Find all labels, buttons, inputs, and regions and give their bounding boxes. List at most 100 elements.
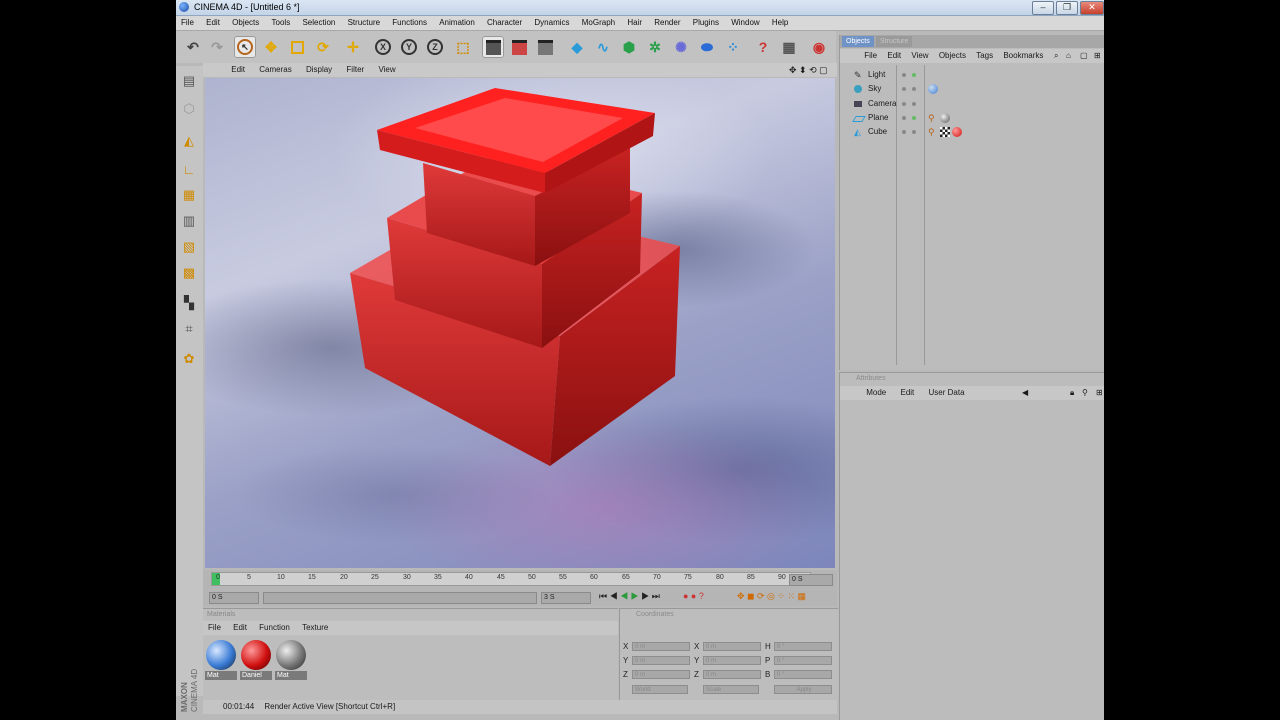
menu-plugins[interactable]: Plugins [688, 16, 724, 30]
menu-help[interactable]: Help [767, 16, 793, 30]
start-frame-field[interactable]: 0 S [209, 592, 259, 604]
object-row-plane[interactable]: Plane ⚲ [840, 111, 1104, 125]
z-axis-lock-icon[interactable]: Z [424, 36, 446, 58]
panel-options-icon[interactable]: ⊞ [1090, 49, 1104, 63]
texture-tag-icon[interactable]: ⚲ [928, 127, 938, 137]
menu-objects[interactable]: Objects [227, 16, 264, 30]
render-settings-icon[interactable]: ◉ [808, 36, 830, 58]
menu-render[interactable]: Render [649, 16, 685, 30]
render-region-icon[interactable] [508, 36, 530, 58]
use-model-icon[interactable]: ▤ [178, 70, 200, 92]
deformer-icon[interactable]: ✺ [670, 36, 692, 58]
position-x-field[interactable]: 0 m [632, 642, 690, 651]
scale-icon[interactable] [286, 36, 308, 58]
maximize-button[interactable]: ❐ [1056, 1, 1078, 15]
search-icon[interactable]: ⌕ [1050, 49, 1062, 63]
checker-icon[interactable]: ▚ [178, 292, 200, 314]
polygons-mode-icon[interactable]: ▦ [178, 184, 200, 206]
objects-menu-file[interactable]: File [860, 49, 881, 63]
record-key-icons[interactable]: ● ● ? [683, 591, 704, 601]
viewport-nav-icons[interactable]: ✥ ⬍ ⟲ ▢ [789, 65, 828, 76]
menu-functions[interactable]: Functions [387, 16, 432, 30]
3d-viewport[interactable] [205, 78, 835, 568]
layout-icon[interactable]: ▦ [778, 36, 800, 58]
render-active-view-icon[interactable] [482, 36, 504, 58]
array-icon[interactable]: ✲ [644, 36, 666, 58]
coordinate-mode-dropdown[interactable]: World [632, 685, 688, 694]
object-row-camera[interactable]: Camera [840, 97, 1104, 111]
fan-icon[interactable]: ✿ [178, 348, 200, 370]
scene-icon[interactable]: ⬬ [696, 36, 718, 58]
last-tool-icon[interactable]: ✛ [342, 36, 364, 58]
coordinate-system-icon[interactable]: ⬚ [452, 36, 474, 58]
render-to-picture-viewer-icon[interactable] [534, 36, 556, 58]
plane-material-tag[interactable] [940, 113, 950, 123]
material-slot-3[interactable]: Mat [275, 639, 307, 681]
size-x-field[interactable]: 0 m [703, 642, 761, 651]
y-axis-lock-icon[interactable]: Y [398, 36, 420, 58]
close-button[interactable]: ✕ [1080, 1, 1104, 15]
objects-menu-objects[interactable]: Objects [935, 49, 970, 63]
nurbs-icon[interactable]: ⬢ [618, 36, 640, 58]
tab-objects[interactable]: Objects [842, 36, 874, 47]
spline-icon[interactable]: ∿ [592, 36, 614, 58]
rotation-h-field[interactable]: 0 ° [774, 642, 832, 651]
position-z-field[interactable]: 0 m [632, 670, 690, 679]
sky-material-tag[interactable] [928, 84, 938, 94]
live-selection-icon[interactable]: ↖ [234, 36, 256, 58]
attributes-menu-mode[interactable]: Mode [860, 386, 892, 400]
tweak-mode-icon[interactable]: ▩ [178, 262, 200, 284]
workplane-icon[interactable]: ▧ [178, 236, 200, 258]
rotate-icon[interactable]: ⟳ [312, 36, 334, 58]
timeline-ruler[interactable]: 0 5 10 15 20 25 30 35 40 45 50 55 60 65 … [211, 572, 811, 586]
menu-dynamics[interactable]: Dynamics [529, 16, 574, 30]
objects-menu-tags[interactable]: Tags [972, 49, 997, 63]
end-frame-field[interactable]: 3 S [541, 592, 591, 604]
texture-tag-icon[interactable]: ⚲ [928, 113, 938, 123]
viewport-menu-cameras[interactable]: Cameras [253, 63, 297, 77]
viewport-menu-filter[interactable]: Filter [340, 63, 370, 77]
material-menu-file[interactable]: File [203, 621, 226, 635]
preview-range-slider[interactable] [263, 592, 537, 604]
objects-menu-bookmarks[interactable]: Bookmarks [999, 49, 1047, 63]
attributes-menu-user-data[interactable]: User Data [923, 386, 971, 400]
edges-mode-icon[interactable]: ∟ [178, 158, 200, 180]
home-icon[interactable]: ⌂ [1062, 49, 1075, 63]
menu-character[interactable]: Character [482, 16, 527, 30]
object-row-light[interactable]: ✎ Light [840, 68, 1104, 82]
apply-button[interactable]: Apply [774, 685, 832, 694]
material-slot-2[interactable]: Daniel [240, 639, 272, 681]
menu-tools[interactable]: Tools [267, 16, 296, 30]
viewport-menu-view[interactable]: View [372, 63, 401, 77]
object-row-sky[interactable]: Sky [840, 82, 1104, 96]
rotation-p-field[interactable]: 0 ° [774, 656, 832, 665]
viewport-menu-edit[interactable]: Edit [225, 63, 251, 77]
current-frame-field[interactable]: 0 S [789, 574, 833, 586]
move-icon[interactable]: ✥ [260, 36, 282, 58]
menu-structure[interactable]: Structure [343, 16, 385, 30]
object-tool-icon[interactable]: ⬡ [178, 98, 200, 120]
menu-hair[interactable]: Hair [622, 16, 647, 30]
menu-mograph[interactable]: MoGraph [577, 16, 620, 30]
undo-icon[interactable]: ↶ [182, 36, 204, 58]
particles-icon[interactable]: ⁘ [722, 36, 744, 58]
keyframe-mode-icons[interactable]: ✥ ◼ ⟳ ◎ ⁘ ⁙ ▦ [737, 591, 806, 602]
points-mode-icon[interactable]: ◭ [178, 130, 200, 152]
size-z-field[interactable]: 0 m [703, 670, 761, 679]
minimize-button[interactable]: – [1032, 1, 1054, 15]
viewport-menu-display[interactable]: Display [300, 63, 338, 77]
back-arrow-icon[interactable]: ◀ [1016, 386, 1034, 400]
rotation-b-field[interactable]: 0 ° [774, 670, 832, 679]
redo-icon[interactable]: ↷ [206, 36, 228, 58]
menu-file[interactable]: File [176, 16, 199, 30]
menu-selection[interactable]: Selection [297, 16, 340, 30]
menu-window[interactable]: Window [726, 16, 764, 30]
cube-material-tag[interactable] [952, 127, 962, 137]
material-menu-texture[interactable]: Texture [297, 621, 333, 635]
attributes-menu-edit[interactable]: Edit [894, 386, 920, 400]
menu-animation[interactable]: Animation [434, 16, 480, 30]
material-slot-1[interactable]: Mat [205, 639, 237, 681]
snap-icon[interactable]: ⌗ [178, 318, 200, 340]
texture-mode-icon[interactable]: ▥ [178, 210, 200, 232]
size-mode-dropdown[interactable]: Scale [703, 685, 759, 694]
